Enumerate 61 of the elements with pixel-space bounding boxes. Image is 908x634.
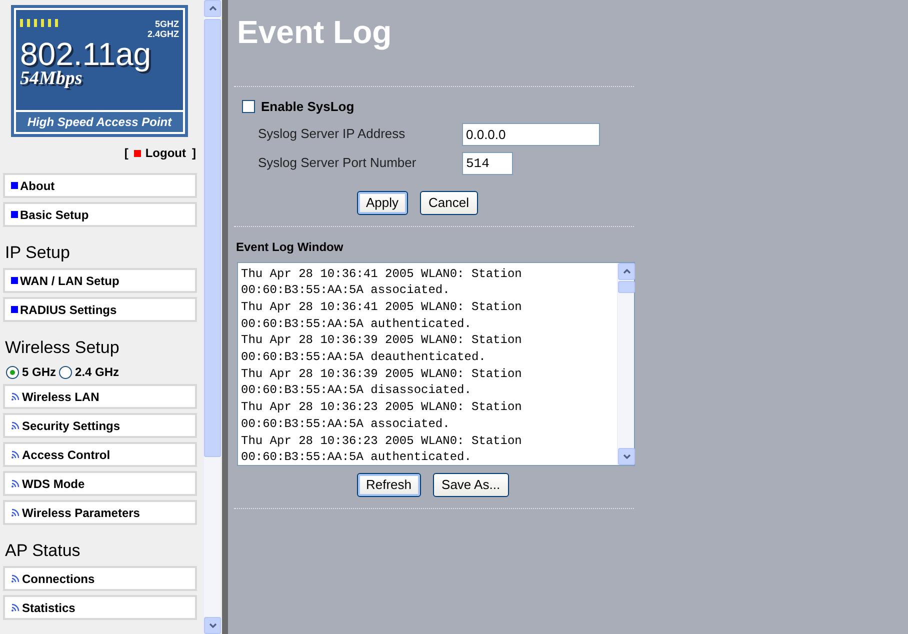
- sidebar-item[interactable]: RADIUS Settings: [3, 297, 197, 322]
- log-line: 00:60:B3:55:AA:5A authenticated.: [241, 316, 472, 332]
- logout-link[interactable]: Logout: [134, 144, 186, 162]
- log-line: 00:60:B3:55:AA:5A disassociated.: [241, 382, 472, 400]
- signal-icon: [11, 603, 20, 612]
- section-title: Event Log Window: [236, 238, 344, 256]
- text-field[interactable]: 514: [462, 152, 513, 174]
- square-bullet-icon: [11, 306, 18, 313]
- text-field[interactable]: 0.0.0.0: [462, 122, 600, 146]
- band-label: 5GHZ: [154, 19, 179, 29]
- field-label: Syslog Server Port Number: [257, 154, 418, 172]
- square-bullet-icon: [11, 277, 18, 284]
- log-line: 00:60:B3:55:AA:5A associated.: [241, 416, 451, 433]
- scrollbar-thumb[interactable]: [204, 19, 221, 457]
- sidebar-item[interactable]: Access Control: [3, 442, 197, 467]
- sidebar-item[interactable]: Basic Setup: [3, 202, 197, 227]
- band-radio[interactable]: 2.4 GHz: [59, 363, 120, 381]
- sidebar-item[interactable]: Connections: [3, 566, 197, 591]
- signal-icon: [11, 508, 20, 517]
- log-line: Thu Apr 28 10:36:23 2005 WLAN0: Station: [241, 432, 523, 450]
- square-bullet-icon: [11, 182, 18, 189]
- log-line: 00:60:B3:55:AA:5A deauthenticated.: [241, 349, 487, 366]
- form-button[interactable]: Refresh: [357, 472, 421, 496]
- signal-icon: [11, 392, 20, 401]
- signal-icon: [11, 421, 20, 430]
- log-line: 00:60:B3:55:AA:5A associated.: [241, 282, 451, 299]
- page-title: Event Log: [237, 13, 393, 52]
- band-label: 2.4GHZ: [147, 29, 179, 39]
- sidebar-scrollbar[interactable]: [203, 0, 220, 634]
- enable-syslog-checkbox[interactable]: Enable SysLog: [242, 97, 908, 116]
- log-line: 00:60:B3:55:AA:5A authenticated.: [241, 449, 472, 464]
- form-button[interactable]: Cancel: [420, 190, 478, 214]
- bracket: [: [124, 145, 128, 162]
- log-line: Thu Apr 28 10:36:39 2005 WLAN0: Station: [241, 332, 523, 350]
- scrollbar-thumb[interactable]: [618, 280, 635, 292]
- log-line: Thu Apr 28 10:36:23 2005 WLAN0: Station: [241, 399, 523, 416]
- sidebar-item[interactable]: About: [3, 173, 197, 198]
- square-bullet-icon: [134, 150, 142, 156]
- sidebar-item[interactable]: WDS Mode: [3, 471, 197, 496]
- sidebar-item[interactable]: WAN / LAN Setup: [3, 268, 197, 293]
- log-line: Thu Apr 28 10:36:41 2005 WLAN0: Station: [241, 266, 523, 282]
- log-line: Thu Apr 28 10:36:39 2005 WLAN0: Station: [241, 366, 523, 382]
- sidebar-item[interactable]: Security Settings: [3, 413, 197, 438]
- bracket: ]: [192, 145, 196, 162]
- field-label: Syslog Server IP Address: [257, 125, 406, 144]
- log-line: Thu Apr 28 10:36:41 2005 WLAN0: Station: [241, 298, 523, 316]
- sidebar-item[interactable]: Wireless Parameters: [3, 500, 197, 525]
- signal-icon: [11, 479, 20, 488]
- form-button[interactable]: Apply: [357, 190, 408, 214]
- signal-icon: [11, 574, 20, 583]
- section-heading: Wireless Setup: [5, 337, 120, 359]
- band-radio[interactable]: 5 GHz: [6, 363, 56, 381]
- sidebar-item[interactable]: Wireless LAN: [3, 384, 197, 409]
- form-button[interactable]: Save As...: [432, 472, 510, 496]
- section-heading: AP Status: [5, 540, 82, 562]
- signal-icon: [11, 450, 20, 459]
- log-scrollbar[interactable]: [617, 262, 634, 464]
- section-heading: IP Setup: [5, 242, 71, 264]
- speed-label: 54Mbps: [20, 69, 82, 89]
- square-bullet-icon: [11, 211, 18, 218]
- sidebar-item[interactable]: Statistics: [3, 595, 197, 620]
